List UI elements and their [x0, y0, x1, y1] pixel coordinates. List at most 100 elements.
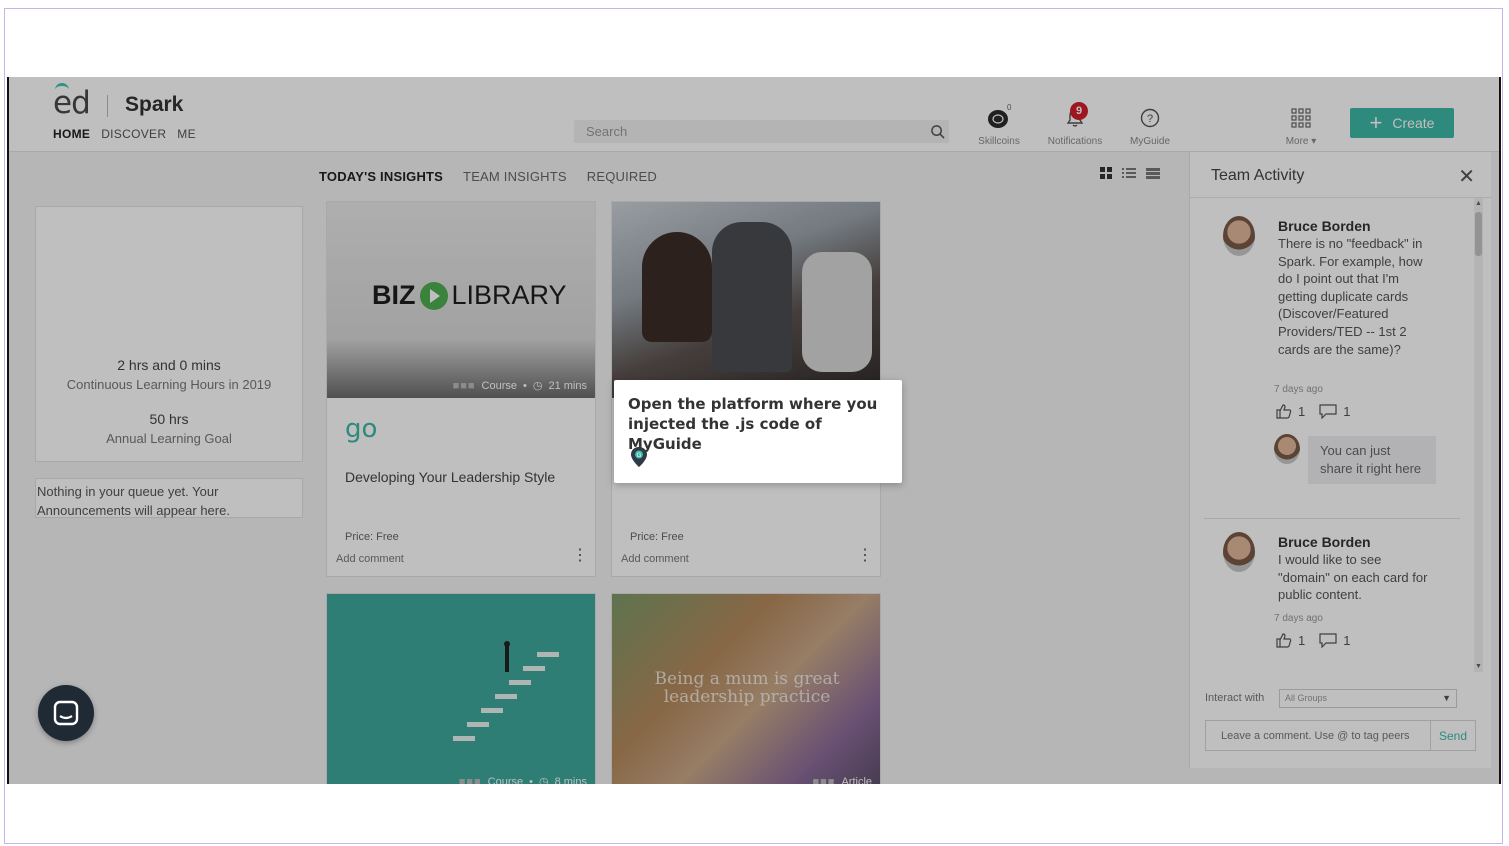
post-text: I would like to see "domain" on each car…: [1278, 552, 1428, 603]
view-toggle: [1100, 167, 1161, 180]
like-button[interactable]: 1: [1276, 404, 1305, 419]
search-input[interactable]: [574, 120, 904, 143]
nav-discover[interactable]: DISCOVER: [101, 127, 166, 141]
learning-stats-card: 2 hrs and 0 mins Continuous Learning Hou…: [35, 206, 303, 462]
more-label: More ▾: [1285, 136, 1317, 147]
more-text: More: [1285, 136, 1309, 147]
insight-card[interactable]: Being a mum is great leadership practice…: [611, 593, 881, 784]
card-image-bizlibrary: BIZ LIBRARY ■■■ Course • ◷ 21 mins: [327, 202, 595, 398]
chat-icon: [53, 700, 79, 726]
svg-text:?: ?: [1147, 113, 1153, 125]
edcast-spark-logo[interactable]: ed Spark: [53, 83, 203, 123]
provider-logo: go: [345, 414, 378, 444]
list-view-icon[interactable]: [1122, 167, 1137, 180]
top-header: ed Spark HOME DISCOVER ME 0 Skillcoins 9…: [9, 77, 1499, 152]
learning-hours-value: 2 hrs and 0 mins: [117, 357, 221, 373]
insight-card[interactable]: ■■■ Course • ◷ 8 mins: [326, 593, 596, 784]
learning-goal-label: Annual Learning Goal: [106, 431, 232, 446]
more-button[interactable]: More ▾: [1279, 107, 1323, 147]
main-nav: HOME DISCOVER ME: [53, 127, 196, 141]
feed-scrollbar[interactable]: ▲ ▼: [1474, 198, 1483, 672]
avatar[interactable]: [1223, 532, 1255, 572]
skillcoins-label: Skillcoins: [978, 136, 1020, 147]
card-type: Course: [487, 775, 524, 785]
card-price: Price: Free: [345, 531, 399, 543]
logo-spark: Spark: [125, 93, 184, 116]
comment-icon: [1319, 404, 1337, 419]
card-price: Price: Free: [630, 531, 684, 543]
bizlibrary-logo: BIZ LIBRARY: [372, 280, 567, 310]
comment-icon: [1319, 633, 1337, 648]
avatar[interactable]: [1223, 216, 1255, 256]
avatar[interactable]: [1274, 434, 1300, 464]
progress-dots: ■■■: [452, 379, 476, 392]
close-icon[interactable]: ✕: [1458, 164, 1475, 189]
progress-dots: ■■■: [812, 776, 836, 784]
scrollbar-thumb[interactable]: [1475, 212, 1482, 256]
tab-todays-insights[interactable]: TODAY'S INSIGHTS: [319, 169, 443, 184]
clock-icon: ◷: [532, 380, 543, 392]
search-icon[interactable]: [930, 124, 945, 139]
post-author[interactable]: Bruce Borden: [1278, 218, 1371, 234]
card-duration: 8 mins: [554, 775, 587, 785]
tab-required[interactable]: REQUIRED: [587, 169, 657, 184]
skillcoins-button[interactable]: 0 Skillcoins: [977, 103, 1021, 147]
create-button[interactable]: + Create: [1350, 108, 1454, 138]
logo-ed: ed: [53, 85, 91, 121]
card-image-office: [612, 202, 880, 398]
compact-view-icon[interactable]: [1146, 167, 1161, 180]
chevron-down-icon: ▼: [1442, 693, 1451, 703]
activity-feed[interactable]: Bruce Borden There is no "feedback" in S…: [1190, 198, 1475, 672]
grid-icon: [1291, 108, 1311, 128]
search-bar: [574, 120, 949, 143]
comment-button[interactable]: 1: [1319, 633, 1350, 648]
post-actions: 1 1: [1276, 633, 1350, 648]
notification-badge: 9: [1070, 102, 1088, 120]
card-meta: ■■■ Course • ◷ 8 mins: [459, 775, 587, 785]
tab-team-insights[interactable]: TEAM INSIGHTS: [463, 169, 567, 184]
card-type: Course: [481, 379, 517, 392]
add-comment-link[interactable]: Add comment: [621, 553, 689, 565]
card-menu-icon[interactable]: ⋮: [572, 548, 588, 564]
group-select[interactable]: All Groups ▼: [1279, 689, 1457, 708]
comment-count: 1: [1343, 633, 1351, 648]
card-meta: ■■■ Article: [813, 776, 873, 784]
scroll-down-icon[interactable]: ▼: [1475, 663, 1482, 670]
nav-home[interactable]: HOME: [53, 127, 90, 141]
like-button[interactable]: 1: [1276, 633, 1305, 648]
nav-me[interactable]: ME: [177, 127, 196, 141]
insight-card[interactable]: BIZ LIBRARY ■■■ Course • ◷ 21 mins go De…: [326, 201, 596, 577]
tile-view-icon[interactable]: [1100, 167, 1113, 180]
post-text: There is no "feedback" in Spark. For exa…: [1278, 236, 1423, 357]
comment-input[interactable]: [1206, 721, 1431, 750]
card-menu-icon[interactable]: ⋮: [857, 548, 873, 564]
notifications-button[interactable]: 9 Notifications: [1045, 102, 1105, 147]
comment-button[interactable]: 1: [1319, 404, 1350, 419]
scroll-up-icon[interactable]: ▲: [1475, 200, 1482, 207]
interact-with-label: Interact with: [1205, 692, 1265, 704]
notifications-label: Notifications: [1047, 136, 1103, 147]
thumbs-up-icon: [1276, 404, 1292, 419]
create-label: Create: [1392, 115, 1435, 131]
clock-icon: ◷: [538, 776, 549, 784]
play-icon: [419, 281, 448, 310]
send-button[interactable]: Send: [1439, 729, 1467, 743]
add-comment-link[interactable]: Add comment: [336, 553, 404, 565]
card-title[interactable]: Developing Your Leadership Style: [345, 469, 555, 485]
plus-icon: +: [1369, 110, 1383, 135]
help-circle-icon: ?: [1140, 108, 1160, 128]
post-author[interactable]: Bruce Borden: [1278, 534, 1371, 550]
myguide-pin-icon: G: [631, 447, 647, 467]
post-time: 7 days ago: [1274, 384, 1323, 395]
myguide-button[interactable]: ? MyGuide: [1127, 107, 1173, 147]
thumbs-up-icon: [1276, 633, 1292, 648]
post-divider: [1204, 518, 1460, 519]
reply-text: You can just share it right here: [1308, 436, 1436, 484]
like-count: 1: [1298, 404, 1306, 419]
card-image-mum: Being a mum is great leadership practice…: [612, 594, 880, 784]
like-count: 1: [1298, 633, 1306, 648]
card-duration: 21 mins: [548, 379, 587, 392]
chat-launcher-button[interactable]: [38, 685, 94, 741]
team-activity-panel: Team Activity ✕ Bruce Borden There is no…: [1189, 152, 1491, 768]
myguide-tooltip: Open the platform where you injected the…: [614, 380, 902, 483]
